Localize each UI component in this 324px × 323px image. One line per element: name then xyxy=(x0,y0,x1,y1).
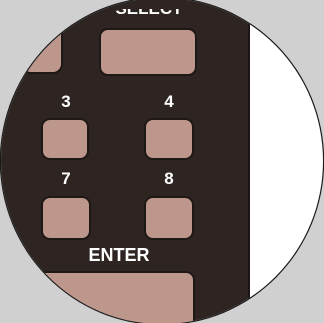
magnifier-lens: SELECT 3 4 7 8 ENTER xyxy=(1,0,323,323)
button-8[interactable] xyxy=(144,196,194,240)
button-8-label: 8 xyxy=(164,169,174,188)
button-7-label: 7 xyxy=(61,169,71,188)
remote-control-edge xyxy=(248,0,250,323)
button-3-label: 3 xyxy=(61,92,71,111)
select-button[interactable] xyxy=(99,28,197,76)
left-partial-button[interactable] xyxy=(21,28,63,74)
button-4-label: 4 xyxy=(164,92,174,111)
button-7[interactable] xyxy=(41,196,91,240)
enter-label: ENTER xyxy=(88,245,150,265)
button-3[interactable] xyxy=(41,118,89,160)
enter-button[interactable] xyxy=(9,271,195,323)
button-4[interactable] xyxy=(144,118,194,160)
